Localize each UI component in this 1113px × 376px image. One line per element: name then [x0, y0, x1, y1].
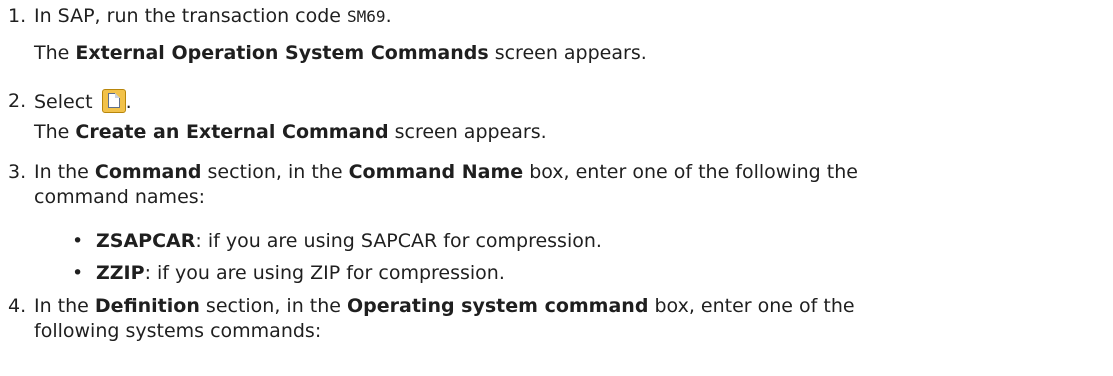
step-result: The Create an External Command screen ap… — [34, 121, 547, 143]
transaction-code: SM69 — [347, 7, 386, 26]
section-name: Command — [94, 161, 202, 183]
command-name: ZZIP — [96, 262, 145, 284]
step-number: 4. — [8, 295, 27, 317]
step-number: 1. — [8, 5, 27, 27]
field-name: Operating system command — [347, 295, 649, 317]
new-document-icon — [101, 89, 126, 113]
step-result: The External Operation System Commands s… — [34, 42, 647, 64]
step-text: Select — [34, 91, 99, 113]
screen-name: Create an External Command — [75, 121, 389, 143]
section-name: Definition — [94, 295, 200, 317]
step-text-continued: following systems commands: — [34, 320, 322, 342]
step-number: 2. — [8, 90, 27, 112]
bullet-icon: • — [72, 230, 84, 252]
screen-name: External Operation System Commands — [75, 42, 489, 64]
step-number: 3. — [8, 161, 27, 183]
step-text: In SAP, run the transaction code — [34, 5, 348, 27]
field-name: Command Name — [348, 161, 524, 183]
instruction-document: 1. In SAP, run the transaction code SM69… — [0, 0, 1113, 376]
bullet-icon: • — [72, 262, 84, 284]
command-name: ZSAPCAR — [96, 230, 196, 252]
step-text-continued: command names: — [34, 186, 206, 208]
